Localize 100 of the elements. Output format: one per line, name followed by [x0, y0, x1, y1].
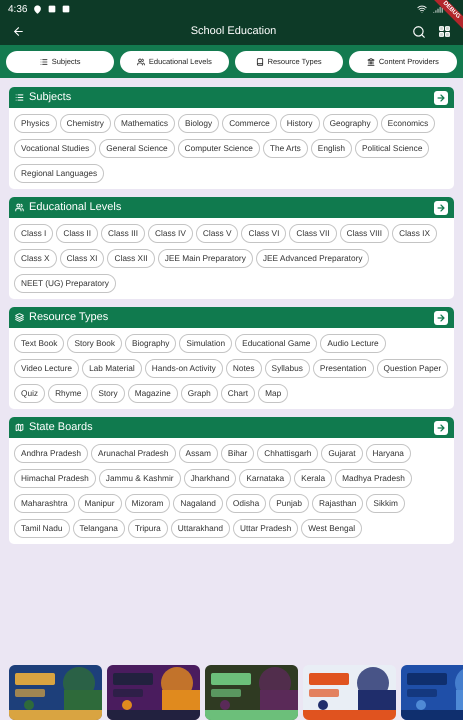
app-title: School Education [190, 24, 278, 40]
chip[interactable]: Simulation [179, 334, 232, 353]
chip[interactable]: Graph [180, 384, 218, 403]
chip[interactable]: Class XII [107, 249, 155, 268]
chip[interactable]: NEET (UG) Preparatory [14, 274, 116, 293]
chip[interactable]: Jammu & Kashmir [98, 469, 181, 488]
chip[interactable]: Arunachal Pradesh [90, 444, 176, 463]
chip[interactable]: Class VII [289, 224, 337, 243]
chip[interactable]: Educational Game [235, 334, 318, 353]
chip[interactable]: Class VIII [340, 224, 390, 243]
chip[interactable]: Economics [380, 114, 436, 133]
chip[interactable]: Punjab [269, 494, 310, 513]
chip[interactable]: Nagaland [173, 494, 223, 513]
chip[interactable]: Class IX [392, 224, 437, 243]
chip[interactable]: Quiz [14, 384, 46, 403]
chip[interactable]: Madhya Pradesh [335, 469, 412, 488]
chip[interactable]: Text Book [14, 334, 64, 353]
chip[interactable]: Karnataka [239, 469, 292, 488]
chip[interactable]: Regional Languages [14, 164, 104, 183]
chip[interactable]: Biography [125, 334, 176, 353]
chip[interactable]: JEE Advanced Preparatory [256, 249, 370, 268]
search-icon[interactable] [412, 24, 426, 38]
chip[interactable]: Tripura [128, 519, 168, 538]
chip[interactable]: Andhra Pradesh [14, 444, 88, 463]
chip[interactable]: Telangana [72, 519, 125, 538]
chip[interactable]: Class II [56, 224, 98, 243]
chip[interactable]: Map [258, 384, 288, 403]
chip[interactable]: Notes [226, 359, 262, 378]
chip[interactable]: Himachal Pradesh [14, 469, 96, 488]
chip[interactable]: Commerce [222, 114, 277, 133]
chip[interactable]: Uttar Pradesh [233, 519, 298, 538]
section-title: State Boards [29, 422, 93, 433]
chip[interactable]: Kerala [294, 469, 332, 488]
chip[interactable]: Haryana [366, 444, 411, 463]
arrow-icon [436, 312, 446, 322]
chip[interactable]: Gujarat [321, 444, 363, 463]
chip[interactable]: Audio Lecture [320, 334, 386, 353]
arrow-button[interactable] [434, 310, 448, 324]
chip[interactable]: Chhattisgarh [257, 444, 318, 463]
chip[interactable]: Biology [178, 114, 220, 133]
section-title: Resource Types [29, 312, 108, 323]
chip[interactable]: General Science [99, 139, 175, 158]
wifi-icon [417, 4, 427, 14]
chip[interactable]: Lab Material [82, 359, 142, 378]
arrow-icon [436, 92, 446, 102]
grid-icon[interactable] [438, 25, 451, 38]
chip[interactable]: Hands-on Activity [144, 359, 223, 378]
chip[interactable]: Magazine [128, 384, 178, 403]
chip[interactable]: Chemistry [60, 114, 111, 133]
chip[interactable]: Computer Science [178, 139, 260, 158]
chip[interactable]: Story [91, 384, 125, 403]
arrow-button[interactable] [434, 200, 448, 214]
chip[interactable]: Assam [178, 444, 218, 463]
arrow-icon [436, 202, 446, 212]
chip[interactable]: Question Paper [376, 359, 448, 378]
chip[interactable]: Uttarakhand [170, 519, 230, 538]
back-icon[interactable] [12, 25, 25, 38]
chip[interactable]: Class IV [148, 224, 193, 243]
notification-icon [48, 5, 56, 13]
chip[interactable]: Presentation [312, 359, 374, 378]
chip[interactable]: Class XI [60, 249, 104, 268]
chip[interactable]: Mathematics [114, 114, 175, 133]
chip[interactable]: Manipur [78, 494, 122, 513]
chip[interactable]: English [310, 139, 352, 158]
chip[interactable]: Rhyme [48, 384, 88, 403]
sd-card-icon [62, 5, 70, 13]
list-icon [40, 58, 48, 66]
chip[interactable]: West Bengal [301, 519, 362, 538]
chip[interactable]: Maharashtra [14, 494, 75, 513]
location-icon [33, 4, 42, 14]
chip[interactable]: Class V [196, 224, 238, 243]
chip[interactable]: Geography [322, 114, 378, 133]
chip[interactable]: Jharkhand [184, 469, 236, 488]
chip[interactable]: Mizoram [124, 494, 170, 513]
signal-icon [433, 4, 443, 14]
chip[interactable]: Syllabus [264, 359, 310, 378]
chip[interactable]: Class III [101, 224, 145, 243]
chip[interactable]: Chart [220, 384, 256, 403]
chip[interactable]: Bihar [220, 444, 254, 463]
arrow-button[interactable] [434, 420, 448, 434]
people-icon [136, 58, 145, 66]
chip[interactable]: Tamil Nadu [14, 519, 70, 538]
chip[interactable]: Class VI [241, 224, 286, 243]
chip[interactable]: Political Science [355, 139, 430, 158]
arrow-button[interactable] [434, 90, 448, 104]
chip[interactable]: JEE Main Preparatory [158, 249, 253, 268]
list-icon [15, 93, 24, 102]
chip[interactable]: Story Book [67, 334, 122, 353]
chip[interactable]: Physics [14, 114, 57, 133]
chip[interactable]: Class X [14, 249, 57, 268]
chip[interactable]: Sikkim [366, 494, 405, 513]
chip[interactable]: Rajasthan [312, 494, 364, 513]
chip[interactable]: Class I [14, 224, 54, 243]
chip[interactable]: Video Lecture [14, 359, 80, 378]
status-time: 4:36 [8, 2, 28, 16]
chip[interactable]: Odisha [226, 494, 266, 513]
chip[interactable]: History [280, 114, 320, 133]
chip[interactable]: Vocational Studies [14, 139, 96, 158]
chip[interactable]: The Arts [262, 139, 308, 158]
layers-icon [15, 313, 24, 322]
